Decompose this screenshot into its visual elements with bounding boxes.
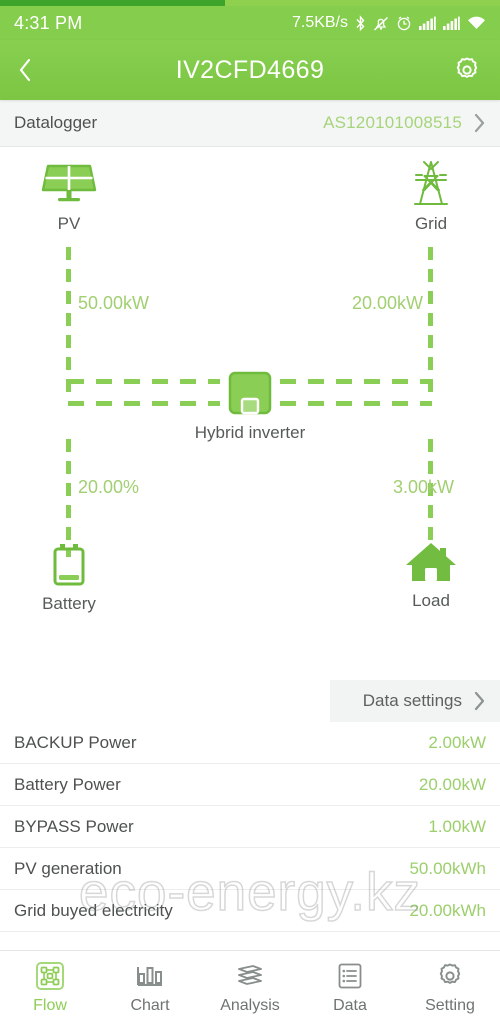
metric-label: PV generation [14, 858, 122, 878]
metric-label: BACKUP Power [14, 732, 137, 752]
chevron-left-icon [19, 58, 31, 82]
data-settings-wrap: Data settings [0, 680, 500, 722]
table-row: PV generation 50.00kWh [0, 848, 500, 890]
flow-node-pv[interactable]: PV [9, 160, 129, 234]
flow-value-load: 3.00kW [393, 477, 455, 497]
table-row: Grid buyed electricity 20.00kWh [0, 890, 500, 932]
house-icon [403, 537, 459, 585]
tab-analysis-label: Analysis [220, 997, 280, 1014]
gear-icon [456, 57, 478, 78]
power-tower-icon [402, 160, 460, 208]
flow-node-inverter[interactable]: Hybrid inverter [190, 369, 310, 443]
datalogger-chevron [472, 111, 486, 135]
flow-value-pv: 50.00kW [78, 293, 150, 313]
tab-setting[interactable]: Setting [400, 960, 500, 1015]
wifi-icon [468, 16, 485, 29]
header-settings-button[interactable] [450, 53, 484, 87]
data-settings-button[interactable]: Data settings [330, 680, 500, 722]
metric-value: 50.00kWh [409, 858, 486, 878]
table-row: Battery Power 20.00kW [0, 764, 500, 806]
status-time: 4:31 PM [14, 12, 83, 33]
app-bar: IV2CFD4669 [0, 40, 500, 100]
tab-chart-label: Chart [130, 997, 170, 1014]
chevron-right-icon [474, 113, 485, 133]
metric-value: 20.00kWh [409, 900, 486, 920]
metric-label: Battery Power [14, 774, 121, 794]
tab-analysis[interactable]: Analysis [200, 960, 300, 1015]
table-row: BACKUP Power 2.00kW [0, 722, 500, 764]
page-title: IV2CFD4669 [175, 55, 325, 84]
flow-node-battery-label: Battery [42, 594, 96, 613]
status-icons: 7.5KB/s [292, 14, 486, 32]
list-document-icon [335, 960, 365, 992]
flow-node-inverter-label: Hybrid inverter [194, 423, 306, 442]
flow-node-grid-label: Grid [414, 214, 448, 233]
energy-flow-diagram: PV Grid Hybrid inverter Battery Load 50.… [0, 147, 500, 680]
tab-data-label: Data [333, 997, 367, 1014]
layers-icon [235, 960, 265, 992]
tab-chart[interactable]: Chart [100, 960, 200, 1015]
flow-node-load-label: Load [412, 591, 450, 610]
bluetooth-icon [356, 14, 365, 31]
battery-icon [47, 540, 91, 588]
progress-fill [0, 0, 225, 6]
bar-chart-icon [135, 960, 165, 992]
datalogger-row[interactable]: Datalogger AS120101008515 [0, 100, 500, 147]
bottom-tab-bar: Flow Chart Analysis Data Setting [0, 950, 500, 1024]
app-screen: 4:31 PM 7.5KB/s IV2CFD4669 Datalogger AS… [0, 0, 500, 1024]
signal-bars-icon [419, 16, 436, 30]
metric-value: 2.00kW [428, 732, 486, 752]
signal-bars-icon [443, 16, 460, 30]
tab-flow[interactable]: Flow [0, 960, 100, 1015]
back-button[interactable] [16, 55, 56, 85]
mute-bell-icon [373, 16, 389, 31]
alarm-icon [397, 15, 411, 30]
flow-line-pv [66, 247, 71, 399]
flow-value-grid: 20.00kW [352, 293, 424, 313]
table-row: BYPASS Power 1.00kW [0, 806, 500, 848]
flow-node-load[interactable]: Load [371, 537, 491, 611]
network-speed-text: 7.5KB/s [291, 14, 348, 31]
solar-panel-icon [38, 160, 100, 208]
metric-label: BYPASS Power [14, 816, 134, 836]
metric-label: Grid buyed electricity [14, 900, 173, 920]
gear-icon [435, 960, 465, 992]
flow-diagram-icon [35, 960, 65, 992]
top-progress-bar [0, 0, 500, 6]
inverter-icon [226, 369, 274, 417]
flow-node-pv-label: PV [57, 214, 81, 233]
metric-value: 20.00kW [418, 774, 486, 794]
metric-value: 1.00kW [428, 816, 486, 836]
flow-line-grid [428, 247, 433, 399]
datalogger-value: AS120101008515 [323, 113, 462, 132]
flow-node-grid[interactable]: Grid [371, 160, 491, 234]
chevron-right-icon [474, 691, 485, 711]
status-bar: 4:31 PM 7.5KB/s [0, 6, 500, 40]
flow-node-battery[interactable]: Battery [9, 540, 129, 614]
datalogger-label: Datalogger [14, 113, 98, 132]
tab-setting-label: Setting [425, 997, 475, 1014]
tab-data[interactable]: Data [300, 960, 400, 1015]
tab-flow-label: Flow [33, 997, 67, 1014]
metrics-list: BACKUP Power 2.00kW Battery Power 20.00k… [0, 722, 500, 950]
flow-value-battery: 20.00% [78, 477, 140, 497]
data-settings-label: Data settings [362, 691, 462, 710]
